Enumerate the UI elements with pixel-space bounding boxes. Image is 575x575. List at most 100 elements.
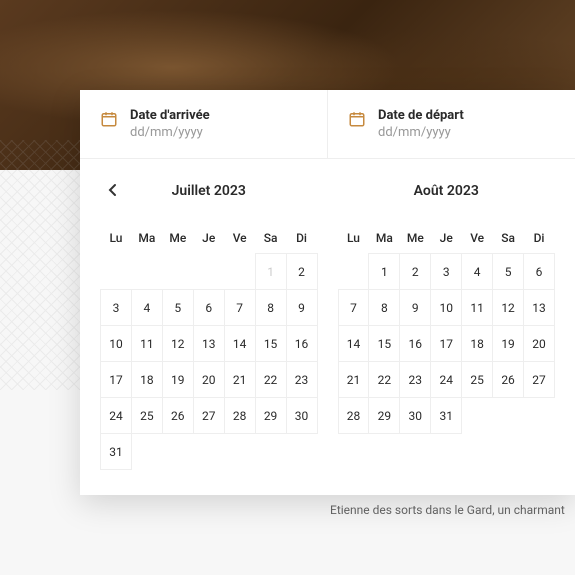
calendar-day[interactable]: 11	[462, 290, 493, 326]
prev-month-button[interactable]	[100, 179, 124, 203]
calendar-day[interactable]: 21	[224, 362, 255, 398]
calendar-day[interactable]: 26	[493, 362, 524, 398]
calendar-day[interactable]: 17	[431, 326, 462, 362]
calendar-day[interactable]: 12	[162, 326, 193, 362]
weekday-header: Ma	[369, 223, 400, 254]
calendar-month-2: Août 2023 LuMaMeJeVeSaDi 123456789101112…	[328, 179, 566, 470]
calendar-day[interactable]: 20	[524, 326, 555, 362]
calendar-day[interactable]: 15	[255, 326, 286, 362]
chevron-left-icon	[107, 182, 117, 201]
property-description: Etienne des sorts dans le Gard, un charm…	[330, 503, 575, 517]
calendar-empty-cell	[462, 398, 493, 434]
calendar-day[interactable]: 5	[162, 290, 193, 326]
weekday-header: Je	[193, 223, 224, 254]
calendar-day[interactable]: 16	[400, 326, 431, 362]
calendar-day[interactable]: 15	[369, 326, 400, 362]
calendar-empty-cell	[131, 434, 162, 470]
calendar-day[interactable]: 4	[462, 254, 493, 290]
calendar-day[interactable]: 11	[131, 326, 162, 362]
calendar-day[interactable]: 20	[193, 362, 224, 398]
departure-date-placeholder: dd/mm/yyyy	[378, 125, 464, 140]
calendar-day[interactable]: 9	[400, 290, 431, 326]
calendar-day[interactable]: 3	[431, 254, 462, 290]
calendar-day[interactable]: 28	[338, 398, 369, 434]
calendar-day[interactable]: 12	[493, 290, 524, 326]
calendar-day[interactable]: 6	[193, 290, 224, 326]
weekday-header: Me	[162, 223, 193, 254]
calendar-empty-cell	[131, 254, 162, 290]
calendar-day[interactable]: 24	[101, 398, 132, 434]
month-1-title: Juillet 2023	[172, 183, 246, 199]
calendar-day[interactable]: 2	[400, 254, 431, 290]
calendar-day[interactable]: 28	[224, 398, 255, 434]
calendar-day[interactable]: 8	[255, 290, 286, 326]
calendar-day[interactable]: 26	[162, 398, 193, 434]
calendar-day[interactable]: 29	[369, 398, 400, 434]
calendar-day[interactable]: 23	[400, 362, 431, 398]
calendar-empty-cell	[193, 434, 224, 470]
calendar-empty-cell	[101, 254, 132, 290]
calendar-day[interactable]: 25	[131, 398, 162, 434]
calendar-day[interactable]: 2	[286, 254, 317, 290]
calendar-day[interactable]: 1	[369, 254, 400, 290]
calendar-day[interactable]: 17	[101, 362, 132, 398]
calendar-day[interactable]: 27	[193, 398, 224, 434]
calendar-day[interactable]: 19	[162, 362, 193, 398]
calendar-day[interactable]: 6	[524, 254, 555, 290]
month-2-title: Août 2023	[414, 183, 479, 199]
calendar-day[interactable]: 13	[524, 290, 555, 326]
calendar-day[interactable]: 10	[431, 290, 462, 326]
calendar-day[interactable]: 22	[255, 362, 286, 398]
calendar-day[interactable]: 3	[101, 290, 132, 326]
calendar-day[interactable]: 9	[286, 290, 317, 326]
departure-date-input[interactable]: Date de départ dd/mm/yyyy	[328, 90, 575, 158]
departure-date-text: Date de départ dd/mm/yyyy	[378, 108, 464, 140]
calendar-day[interactable]: 31	[431, 398, 462, 434]
calendar-day[interactable]: 4	[131, 290, 162, 326]
calendar-day[interactable]: 14	[224, 326, 255, 362]
departure-date-label: Date de départ	[378, 108, 464, 123]
arrival-date-input[interactable]: Date d'arrivée dd/mm/yyyy	[80, 90, 328, 158]
calendar-day[interactable]: 7	[224, 290, 255, 326]
calendar-day[interactable]: 21	[338, 362, 369, 398]
calendar-day[interactable]: 13	[193, 326, 224, 362]
calendar-empty-cell	[338, 254, 369, 290]
calendar-day[interactable]: 24	[431, 362, 462, 398]
calendar-day: 1	[255, 254, 286, 290]
calendar-day[interactable]: 18	[462, 326, 493, 362]
calendar-day[interactable]: 19	[493, 326, 524, 362]
date-inputs-row: Date d'arrivée dd/mm/yyyy Date de départ…	[80, 90, 575, 159]
calendar-day[interactable]: 10	[101, 326, 132, 362]
weekday-header: Ve	[462, 223, 493, 254]
calendar-day[interactable]: 27	[524, 362, 555, 398]
calendars-container: Juillet 2023 LuMaMeJeVeSaDi 123456789101…	[80, 159, 575, 495]
calendar-1-header: Juillet 2023	[100, 179, 318, 203]
weekday-header: Di	[286, 223, 317, 254]
calendar-day[interactable]: 30	[286, 398, 317, 434]
calendar-day[interactable]: 30	[400, 398, 431, 434]
calendar-day[interactable]: 16	[286, 326, 317, 362]
calendar-empty-cell	[224, 434, 255, 470]
calendar-day[interactable]: 31	[101, 434, 132, 470]
calendar-empty-cell	[224, 254, 255, 290]
weekday-header: Ma	[131, 223, 162, 254]
calendar-1-grid: LuMaMeJeVeSaDi 1234567891011121314151617…	[100, 223, 318, 470]
calendar-day[interactable]: 5	[493, 254, 524, 290]
arrival-date-label: Date d'arrivée	[130, 108, 210, 123]
calendar-day[interactable]: 29	[255, 398, 286, 434]
calendar-day[interactable]: 25	[462, 362, 493, 398]
calendar-day[interactable]: 18	[131, 362, 162, 398]
arrival-date-text: Date d'arrivée dd/mm/yyyy	[130, 108, 210, 140]
calendar-month-1: Juillet 2023 LuMaMeJeVeSaDi 123456789101…	[90, 179, 328, 470]
calendar-day[interactable]: 23	[286, 362, 317, 398]
calendar-day[interactable]: 22	[369, 362, 400, 398]
calendar-empty-cell	[193, 254, 224, 290]
calendar-empty-cell	[524, 398, 555, 434]
calendar-empty-cell	[255, 434, 286, 470]
calendar-empty-cell	[286, 434, 317, 470]
weekday-header: Me	[400, 223, 431, 254]
calendar-day[interactable]: 14	[338, 326, 369, 362]
calendar-day[interactable]: 7	[338, 290, 369, 326]
calendar-day[interactable]: 8	[369, 290, 400, 326]
calendar-empty-cell	[162, 254, 193, 290]
